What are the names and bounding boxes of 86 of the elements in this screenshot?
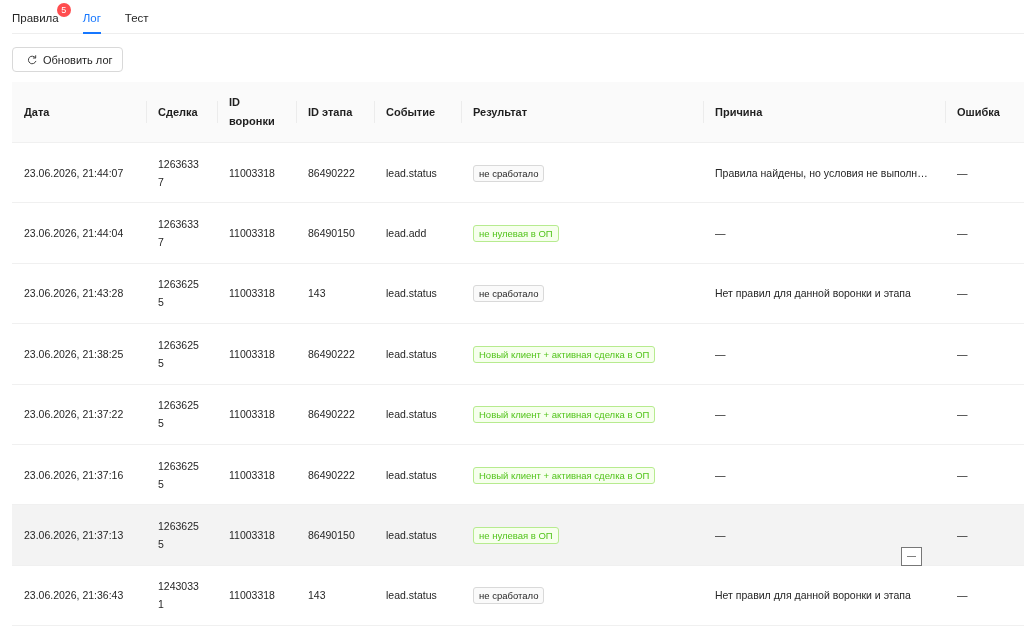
column-header: Ошибка xyxy=(945,82,1024,143)
table-cell: — xyxy=(945,565,1024,626)
table-cell: 23.06.2026, 21:37:16 xyxy=(12,444,146,505)
table-cell: — xyxy=(945,202,1024,264)
table-cell: lead.status xyxy=(374,323,461,385)
table-row[interactable]: 23.06.2026, 21:36:43 12430331 11003318 143 lead.status не сработало Нет правил для данной воронки и этапа — xyxy=(12,565,1024,626)
table-cell: 11003318 xyxy=(217,384,296,445)
refresh-log-button[interactable]: Обновить лог xyxy=(12,47,123,72)
table-cell: 12636255 xyxy=(146,323,217,385)
table-cell: Нет правил для данной воронки и этапа xyxy=(715,589,911,602)
result-tag: не сработало xyxy=(473,164,545,182)
table-row[interactable]: 23.06.2026, 21:38:25 12636255 11003318 86490222 lead.status Новый клиент + активная сделка в ОП — — xyxy=(12,323,1024,385)
table-row[interactable]: 23.06.2026, 21:44:07 12636337 11003318 86490222 lead.status не сработало Правила найдены, но условия не выполн… — xyxy=(12,142,1024,203)
table-cell: 23.06.2026, 21:37:13 xyxy=(12,504,146,566)
column-header: Сделка xyxy=(146,82,217,143)
tab[interactable]: Тест xyxy=(124,1,149,34)
column-header: Дата xyxy=(12,82,146,143)
result-tag: не сработало xyxy=(473,285,545,303)
table-cell: lead.status xyxy=(374,142,461,203)
table-cell: 11003318 xyxy=(217,263,296,324)
table-cell: 143 xyxy=(296,565,374,626)
table-cell: lead.status xyxy=(374,504,461,566)
table-cell: 12636255 xyxy=(146,263,217,324)
table-cell: — xyxy=(945,384,1024,445)
result-tag: не нулевая в ОП xyxy=(473,225,559,243)
column-header: Причина xyxy=(703,82,945,143)
table-row[interactable]: 23.06.2026, 21:44:04 12636337 11003318 86490150 lead.add не нулевая в ОП — — xyxy=(12,202,1024,264)
refresh-icon xyxy=(27,54,37,65)
table-cell: 11003318 xyxy=(217,142,296,203)
column-header: Результат xyxy=(461,82,703,143)
table-cell: 23.06.2026, 21:44:07 xyxy=(12,142,146,203)
table-cell: 12636337 xyxy=(146,202,217,264)
tab[interactable]: Лог xyxy=(82,1,101,34)
table-cell: — xyxy=(715,468,726,481)
table-row[interactable]: 23.06.2026, 21:37:13 12636255 11003318 86490150 lead.status не нулевая в ОП — — — xyxy=(12,504,1024,566)
table-cell: — xyxy=(945,142,1024,203)
table-cell: 11003318 xyxy=(217,504,296,566)
table-cell: 23.06.2026, 21:36:43 xyxy=(12,565,146,626)
table-cell: 86490150 xyxy=(296,202,374,264)
table-cell: — xyxy=(945,263,1024,324)
result-tag: не сработало xyxy=(473,587,545,605)
table-cell: 11003318 xyxy=(217,565,296,626)
table-cell: lead.add xyxy=(374,202,461,264)
count-badge: 5 xyxy=(56,3,71,17)
table-cell: — xyxy=(715,347,726,360)
table-cell: — xyxy=(945,444,1024,505)
table-cell: — xyxy=(715,227,726,240)
column-header: ID этапа xyxy=(296,82,374,143)
table-cell: 86490150 xyxy=(296,504,374,566)
table-cell: 23.06.2026, 21:43:28 xyxy=(12,263,146,324)
result-tag: Новый клиент + активная сделка в ОП xyxy=(473,406,656,424)
table-cell: 12636255 xyxy=(146,504,217,566)
column-header: Событие xyxy=(374,82,461,143)
table-cell: Нет правил для данной воронки и этапа xyxy=(715,287,911,300)
table-cell: lead.status xyxy=(374,263,461,324)
column-header: ID воронки xyxy=(217,82,296,143)
table-cell: 11003318 xyxy=(217,444,296,505)
table-cell: 86490222 xyxy=(296,384,374,445)
table-cell: — xyxy=(945,504,1024,566)
table-cell: 86490222 xyxy=(296,444,374,505)
table-cell: lead.status xyxy=(374,384,461,445)
table-cell: 23.06.2026, 21:44:04 xyxy=(12,202,146,264)
table-cell: 12636337 xyxy=(146,142,217,203)
table-row[interactable]: 23.06.2026, 21:37:16 12636255 11003318 86490222 lead.status Новый клиент + активная сделка в ОП — — xyxy=(12,444,1024,505)
table-cell: 23.06.2026, 21:37:22 xyxy=(12,384,146,445)
table-cell: lead.status xyxy=(374,444,461,505)
table-cell: lead.status xyxy=(374,565,461,626)
result-tag: не нулевая в ОП xyxy=(473,527,559,545)
table-cell: — xyxy=(715,408,726,421)
table-cell: 11003318 xyxy=(217,202,296,264)
table-cell: 12430331 xyxy=(146,565,217,626)
table-cell: — xyxy=(715,529,726,542)
table-cell: 23.06.2026, 21:38:25 xyxy=(12,323,146,385)
table-row[interactable]: 23.06.2026, 21:37:22 12636255 11003318 86490222 lead.status Новый клиент + активная сделка в ОП — — xyxy=(12,384,1024,445)
table-cell: Правила найдены, но условия не выполн… xyxy=(715,166,928,179)
table-cell: 86490222 xyxy=(296,323,374,385)
tooltip: — xyxy=(901,547,922,567)
table-row[interactable]: 23.06.2026, 21:43:28 12636255 11003318 143 lead.status не сработало Нет правил для данной воронки и этапа — xyxy=(12,263,1024,324)
table-cell: 86490222 xyxy=(296,142,374,203)
table-cell: 11003318 xyxy=(217,323,296,385)
table-cell: — xyxy=(945,323,1024,385)
result-tag: Новый клиент + активная сделка в ОП xyxy=(473,345,656,363)
table-cell: 143 xyxy=(296,263,374,324)
result-tag: Новый клиент + активная сделка в ОП xyxy=(473,466,656,484)
table-cell: 12636255 xyxy=(146,384,217,445)
table-cell: 12636255 xyxy=(146,444,217,505)
